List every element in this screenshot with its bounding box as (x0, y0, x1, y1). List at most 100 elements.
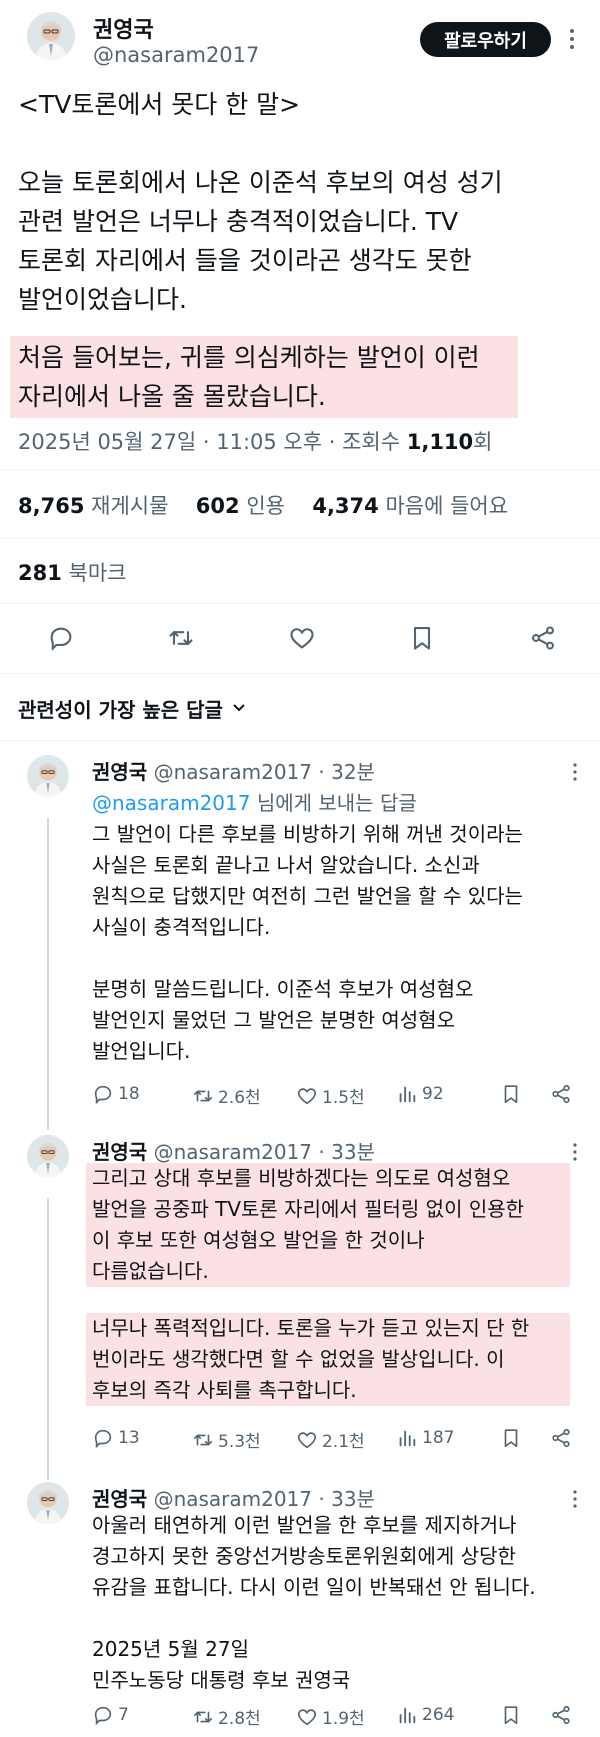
tweet-line (18, 124, 588, 163)
retweet-count-value: 8,765 (18, 494, 85, 518)
divider (0, 740, 600, 741)
share-icon[interactable] (526, 621, 560, 655)
reply-text: 그 발언이 다른 후보를 비방하기 위해 꺼낸 것이라는 사실은 토론회 끝나고… (92, 819, 592, 1067)
reply-views-button[interactable]: 92 (396, 1083, 444, 1105)
share-icon[interactable] (550, 1704, 572, 1726)
reply-line: 번이라도 생각했다면 할 수 없었을 발상입니다. 이 (92, 1347, 505, 1371)
author-avatar[interactable] (27, 12, 75, 60)
reply-line: 이 후보 또한 여성혐오 발언을 한 것이나 (92, 1228, 425, 1252)
reply-line: 아울러 태연하게 이런 발언을 한 후보를 제지하거나 (92, 1513, 517, 1537)
retweet-count-label: 재게시물 (91, 494, 169, 518)
reply-like-button[interactable]: 2.1천 (296, 1427, 365, 1452)
like-count[interactable]: 4,374 마음에 들어요 (312, 494, 508, 518)
tweet-text: <TV토론에서 못다 한 말> 오늘 토론회에서 나온 이준석 후보의 여성 성… (18, 85, 588, 319)
reply-author-name[interactable]: 권영국 (92, 1487, 147, 1511)
retweet-icon (193, 1711, 213, 1722)
tweet-highlight: 처음 들어보는, 귀를 의심케하는 발언이 이런 자리에서 나올 줄 몰랐습니다… (10, 336, 518, 418)
author-name[interactable]: 권영국 (93, 12, 154, 44)
reply-author-handle[interactable]: @nasaram2017 (154, 1140, 312, 1164)
reply-line: 경고하지 못한 중앙선거방송토론위원회에게 상당한 (92, 1544, 516, 1568)
views-count: 264 (422, 1705, 455, 1725)
bookmark-icon[interactable] (405, 621, 439, 655)
reply-line: 발언입니다. (92, 1039, 191, 1063)
reply-views-button[interactable]: 264 (396, 1704, 454, 1726)
more-icon[interactable] (568, 27, 576, 51)
views-icon (399, 1707, 416, 1724)
retweet-icon[interactable] (164, 621, 198, 655)
reply-line (92, 1603, 592, 1634)
divider (0, 538, 600, 539)
reply-like-button[interactable]: 1.9천 (296, 1704, 365, 1729)
bookmark-count[interactable]: 281 북마크 (18, 557, 127, 587)
quote-count-value: 602 (195, 494, 240, 518)
reply-line: 발언인지 물었던 그 발언은 분명한 여성혐오 (92, 1008, 455, 1032)
author-handle[interactable]: @nasaram2017 (93, 43, 259, 67)
comment-icon (94, 1085, 112, 1105)
like-count: 2.1천 (322, 1432, 365, 1452)
bookmark-count-value: 281 (18, 561, 62, 585)
reply-avatar[interactable] (27, 1482, 69, 1524)
reply-line: 발언을 공중파 TV토론 자리에서 필터링 없이 인용한 (92, 1197, 525, 1221)
like-icon (297, 1431, 317, 1448)
share-icon[interactable] (550, 1083, 572, 1105)
comment-count: 7 (118, 1705, 129, 1725)
reply-author-name[interactable]: 권영국 (92, 760, 147, 784)
more-icon[interactable] (572, 1142, 578, 1162)
like-count: 1.5천 (322, 1088, 365, 1108)
reply-line: 사실이 충격적입니다. (92, 915, 271, 939)
more-icon[interactable] (572, 1489, 578, 1509)
tweet-meta: 2025년 05월 27일 · 11:05 오후 · 조회수 1,110회 (18, 426, 493, 456)
reply-header: 권영국 @nasaram2017 · 33분 (92, 1136, 375, 1165)
reply-author-handle[interactable]: @nasaram2017 (154, 760, 312, 784)
share-icon[interactable] (550, 1427, 572, 1449)
like-count-value: 4,374 (312, 494, 379, 518)
like-count: 1.9천 (322, 1709, 365, 1729)
comment-count: 13 (118, 1428, 140, 1448)
reply-author-handle[interactable]: @nasaram2017 (154, 1487, 312, 1511)
reply-time[interactable]: · 32분 (318, 760, 375, 784)
tweet-timestamp[interactable]: 2025년 05월 27일 · 11:05 오후 · 조회수 (18, 430, 400, 454)
reply-highlight: 너무나 폭력적입니다. 토론을 누가 듣고 있는지 단 한 번이라도 생각했다면… (86, 1313, 570, 1406)
reply-author-name[interactable]: 권영국 (92, 1140, 147, 1164)
reply-views-button[interactable]: 187 (396, 1427, 454, 1449)
retweet-icon (193, 1434, 213, 1445)
reply-comment-button[interactable]: 18 (92, 1083, 140, 1105)
reply-retweet-button[interactable]: 5.3천 (192, 1427, 261, 1452)
reply-time[interactable]: · 33분 (318, 1140, 375, 1164)
engagement-stats: 8,765 재게시물 602 인용 4,374 마음에 들어요 (18, 490, 508, 520)
reply-avatar[interactable] (27, 1135, 69, 1177)
bookmark-icon[interactable] (500, 1704, 522, 1726)
tweet-line: 토론회 자리에서 들을 것이라곤 생각도 못한 (18, 246, 472, 275)
more-icon[interactable] (572, 762, 578, 782)
reply-retweet-button[interactable]: 2.8천 (192, 1704, 261, 1729)
reply-line (92, 943, 592, 974)
follow-button[interactable]: 팔로우하기 (420, 22, 551, 57)
views-count: 187 (422, 1428, 455, 1448)
reply-retweet-button[interactable]: 2.6천 (192, 1083, 261, 1108)
bookmark-icon[interactable] (500, 1427, 522, 1449)
comment-icon[interactable] (44, 621, 78, 655)
like-icon[interactable] (285, 621, 319, 655)
bookmark-icon[interactable] (500, 1083, 522, 1105)
retweet-count[interactable]: 8,765 재게시물 (18, 494, 168, 518)
comment-icon (94, 1429, 112, 1449)
reply-comment-button[interactable]: 13 (92, 1427, 140, 1449)
reply-comment-button[interactable]: 7 (92, 1704, 129, 1726)
views-icon (399, 1430, 416, 1447)
views-icon (399, 1086, 416, 1103)
reply-to-handle[interactable]: @nasaram2017 (92, 791, 250, 815)
reply-avatar[interactable] (27, 755, 69, 797)
reply-text: 아울러 태연하게 이런 발언을 한 후보를 제지하거나 경고하지 못한 중앙선거… (92, 1510, 592, 1696)
quote-count[interactable]: 602 인용 (196, 494, 285, 518)
divider (0, 469, 600, 470)
reply-highlight: 그리고 상대 후보를 비방하겠다는 의도로 여성혐오 발언을 공중파 TV토론 … (86, 1163, 570, 1287)
tweet-line: 관련 발언은 너무나 충격적이었습니다. TV (18, 207, 459, 236)
reply-line: 민주노동당 대통령 후보 권영국 (92, 1668, 351, 1692)
reply-line: 유감을 표합니다. 다시 이런 일이 반복돼선 안 됩니다. (92, 1575, 536, 1599)
reply-line: 그리고 상대 후보를 비방하겠다는 의도로 여성혐오 (92, 1166, 511, 1190)
tweet-line: 처음 들어보는, 귀를 의심케하는 발언이 이런 (18, 343, 480, 372)
reply-time[interactable]: · 33분 (318, 1487, 375, 1511)
like-count-label: 마음에 들어요 (385, 494, 509, 518)
replies-sort-dropdown[interactable]: 관련성이 가장 높은 답글 (18, 694, 247, 723)
reply-like-button[interactable]: 1.5천 (296, 1083, 365, 1108)
